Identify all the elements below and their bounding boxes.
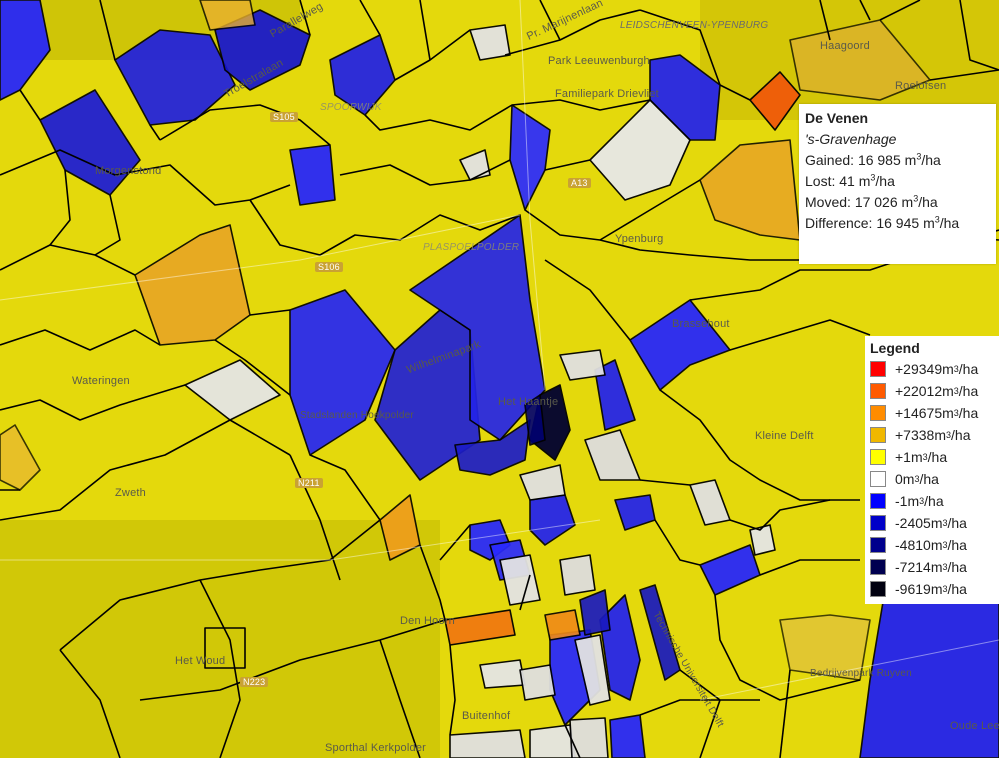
unit-tail: /ha [947, 515, 967, 531]
legend-value: -1 [895, 493, 908, 509]
tooltip-moved-row: Moved: 17 026 m3/ha [805, 192, 990, 213]
map-legend: Legend +29349 m 3/ha +22012 m 3/ha +14675 m3… [865, 336, 999, 604]
unit: m [902, 471, 915, 487]
tooltip-lost-label: Lost: [805, 173, 836, 189]
region-info-tooltip: De Venen 's-Gravenhage Gained: 16 985 m3… [799, 104, 996, 264]
legend-swatch [870, 581, 886, 597]
unit: m [930, 537, 943, 553]
region[interactable] [449, 729, 526, 758]
region[interactable] [609, 714, 646, 758]
legend-value: +29349 [895, 361, 943, 377]
tooltip-moved-value: 17 026 [854, 194, 898, 210]
unit: m [930, 515, 943, 531]
unit-tail: /ha [919, 471, 939, 487]
tooltip-gained-value: 16 985 [857, 152, 901, 168]
legend-value: -9619 [895, 581, 931, 597]
legend-item: -4810 m 3/ha [870, 534, 994, 556]
legend-swatch [870, 559, 886, 575]
legend-item: -1 m 3/ha [870, 490, 994, 512]
unit-tail: /ha [921, 152, 941, 168]
legend-swatch [870, 449, 886, 465]
legend-value: -2405 [895, 515, 931, 531]
legend-items: +29349 m 3/ha +22012 m 3/ha +14675 m 3/ha +733… [870, 358, 994, 600]
unit-tail: /ha [875, 173, 895, 189]
legend-swatch [870, 405, 886, 421]
unit-tail: /ha [958, 405, 979, 421]
unit: m [910, 449, 923, 465]
region[interactable] [199, 0, 256, 31]
legend-value: -7214 [895, 559, 931, 575]
region[interactable] [749, 524, 776, 556]
tooltip-gained-label: Gained: [805, 152, 855, 168]
legend-value: 0 [895, 471, 903, 487]
legend-swatch [870, 361, 886, 377]
legend-swatch [870, 471, 886, 487]
legend-swatch [870, 383, 886, 399]
tooltip-gained-row: Gained: 16 985 m3/ha [805, 150, 990, 171]
legend-item: -9619 m 3/ha [870, 578, 994, 600]
legend-item: +29349 m 3/ha [870, 358, 994, 380]
legend-value: +1 [895, 449, 911, 465]
tooltip-difference-label: Difference: [805, 215, 873, 231]
tooltip-difference-value: 16 945 [876, 215, 920, 231]
legend-value: +14675 [895, 405, 943, 421]
legend-item: +14675 m 3/ha [870, 402, 994, 424]
legend-value: +7338 [895, 427, 935, 443]
unit-tail: /ha [958, 361, 979, 377]
legend-swatch [870, 427, 886, 443]
unit-tail: /ha [927, 449, 948, 465]
legend-swatch [870, 493, 886, 509]
legend-item: +22012 m 3/ha [870, 380, 994, 402]
unit: m [930, 559, 943, 575]
legend-title: Legend [870, 340, 920, 356]
unit-tail: /ha [947, 559, 967, 575]
unit: m [901, 194, 914, 210]
unit: m [942, 405, 954, 421]
unit-tail: /ha [947, 537, 967, 553]
tooltip-moved-label: Moved: [805, 194, 851, 210]
legend-item: -7214 m 3/ha [870, 556, 994, 578]
unit: m [934, 427, 946, 443]
unit: m [907, 493, 920, 509]
unit: m [930, 581, 943, 597]
region[interactable] [559, 554, 596, 596]
tooltip-region-name: De Venen [805, 110, 869, 126]
unit-tail: /ha [939, 215, 960, 231]
region[interactable] [544, 609, 581, 641]
unit-tail: /ha [947, 581, 967, 597]
unit: m [858, 173, 871, 189]
unit-tail: /ha [924, 493, 944, 509]
region[interactable] [779, 614, 871, 681]
unit: m [942, 361, 954, 377]
tooltip-difference-row: Difference: 16 945 m3/ha [805, 213, 990, 234]
region[interactable] [569, 717, 609, 758]
unit-tail: /ha [951, 427, 971, 443]
region[interactable] [529, 724, 576, 758]
legend-item: +1 m 3/ha [870, 446, 994, 468]
unit: m [904, 152, 917, 168]
region[interactable] [479, 659, 526, 689]
legend-value: -4810 [895, 537, 931, 553]
unit-tail: /ha [958, 383, 979, 399]
tooltip-lost-value: 41 [839, 173, 855, 189]
legend-item: +7338 m 3/ha [870, 424, 994, 446]
unit: m [942, 383, 954, 399]
legend-item: 0 m 3/ha [870, 468, 994, 490]
legend-swatch [870, 537, 886, 553]
legend-item: -2405 m 3/ha [870, 512, 994, 534]
legend-value: +22012 [895, 383, 943, 399]
region[interactable] [519, 664, 556, 701]
unit-tail: /ha [918, 194, 938, 210]
legend-swatch [870, 515, 886, 531]
tooltip-lost-row: Lost: 41 m3/ha [805, 171, 990, 192]
unit: m [923, 215, 935, 231]
tooltip-city: 's-Gravenhage [805, 131, 897, 147]
